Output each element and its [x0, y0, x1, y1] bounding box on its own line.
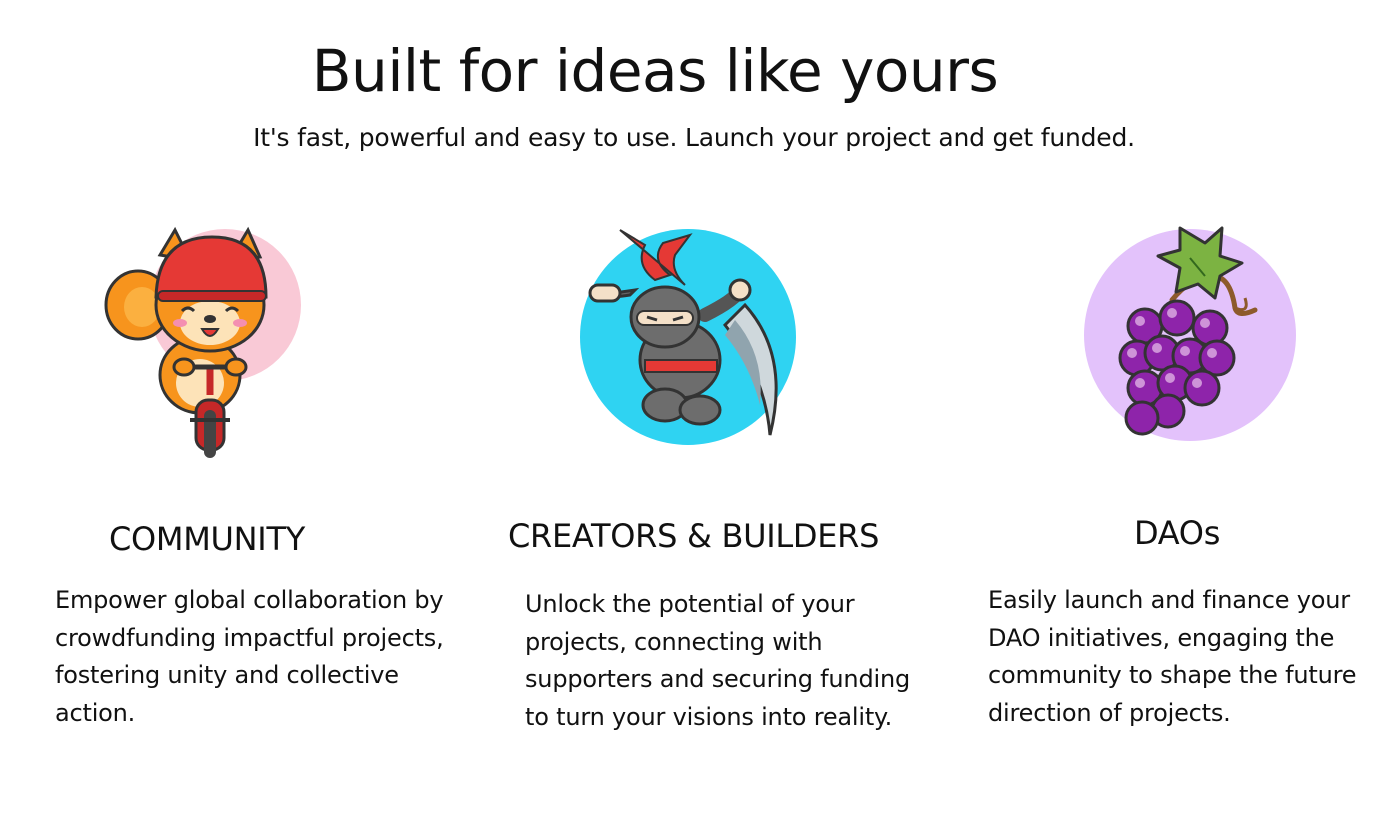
- card-description-creators: Unlock the potential of your projects, c…: [525, 590, 910, 731]
- page-title: Built for ideas like yours: [311, 37, 999, 105]
- card-description-community: Empower global collaboration by crowdfun…: [55, 586, 444, 727]
- grapes-icon: [1084, 226, 1296, 441]
- squirrel-riding-bicycle-icon: [104, 226, 301, 458]
- card-description-daos: Easily launch and finance your DAO initi…: [988, 586, 1357, 727]
- ninja-with-sword-icon: [580, 229, 796, 445]
- page-subtitle: It's fast, powerful and easy to use. Lau…: [253, 123, 1135, 152]
- card-title-creators: CREATORS & BUILDERS: [508, 517, 880, 555]
- card-title-daos: DAOs: [1134, 514, 1221, 552]
- card-title-community: COMMUNITY: [109, 520, 305, 558]
